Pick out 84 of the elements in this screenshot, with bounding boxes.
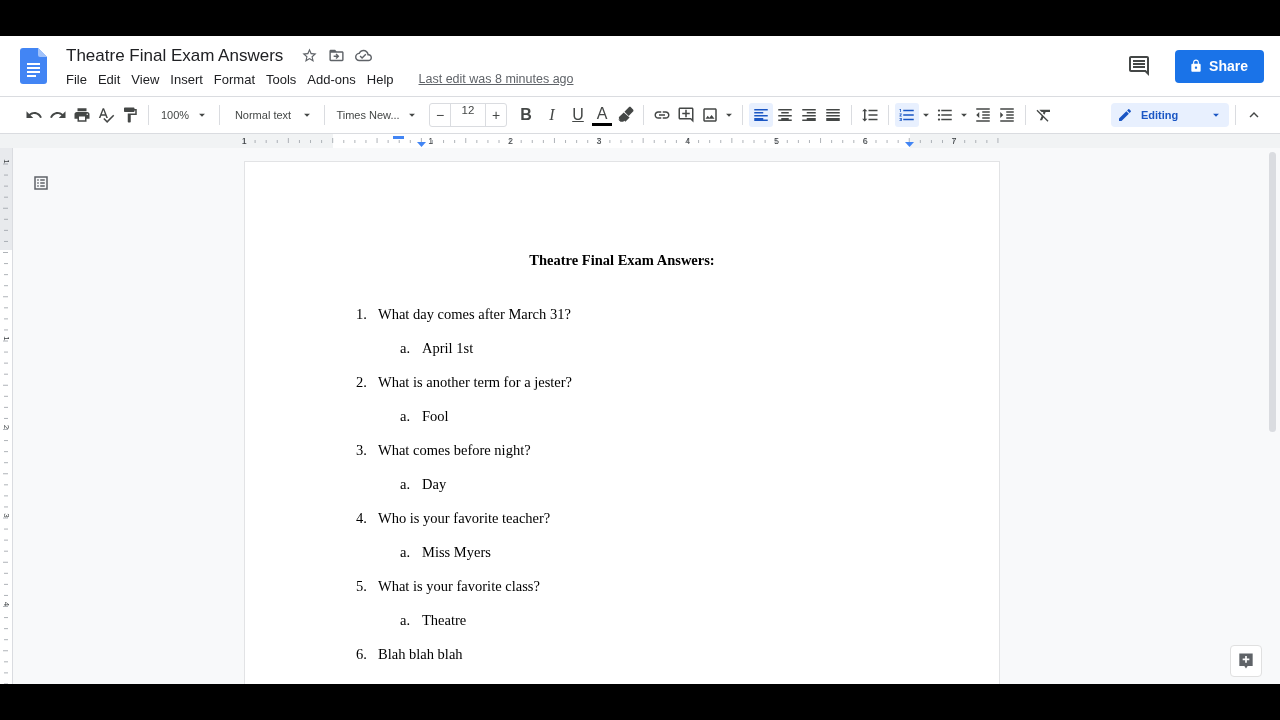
indent-marker-icon[interactable] bbox=[417, 142, 426, 147]
scrollbar[interactable] bbox=[1269, 152, 1276, 432]
ruler-number: 1 bbox=[1, 159, 11, 164]
editing-mode-dropdown[interactable]: Editing bbox=[1111, 103, 1229, 127]
decrease-size-button[interactable]: − bbox=[430, 107, 450, 123]
question-text: What day comes after March 31? bbox=[378, 305, 571, 324]
underline-button[interactable]: U bbox=[566, 103, 590, 127]
indent-marker-icon[interactable] bbox=[905, 142, 914, 147]
list-number: 5. bbox=[356, 577, 368, 596]
ruler-number: 6 bbox=[862, 136, 868, 146]
menu-item[interactable]: Tools bbox=[261, 69, 302, 89]
font-dropdown[interactable]: Times New... bbox=[331, 108, 423, 122]
italic-button[interactable]: I bbox=[540, 103, 564, 127]
justify-icon bbox=[824, 106, 842, 124]
ruler-number: 3 bbox=[596, 136, 602, 146]
menu-item[interactable]: Help bbox=[361, 69, 399, 89]
menu-item[interactable]: Add-ons bbox=[302, 69, 361, 89]
ruler-number: 4 bbox=[685, 136, 691, 146]
ruler-number: 3 bbox=[1, 513, 11, 518]
indent-marker-icon[interactable] bbox=[393, 136, 404, 139]
cloud-check-icon[interactable] bbox=[355, 47, 373, 64]
list-number: 3. bbox=[356, 441, 368, 460]
list-number: 1. bbox=[356, 305, 368, 324]
align-left-button[interactable] bbox=[749, 103, 773, 127]
menu-item[interactable]: View bbox=[126, 69, 165, 89]
last-edit-link[interactable]: Last edit was 8 minutes ago bbox=[418, 72, 574, 86]
image-icon bbox=[701, 106, 719, 124]
star-icon[interactable] bbox=[301, 47, 319, 64]
ruler-number: 1 bbox=[1, 336, 11, 341]
increase-size-button[interactable]: + bbox=[486, 107, 506, 123]
explore-button[interactable] bbox=[1230, 645, 1262, 677]
spacing-icon bbox=[861, 106, 879, 124]
numbered-list-button[interactable] bbox=[895, 103, 919, 127]
ruler-number: 2 bbox=[1, 424, 11, 430]
question-text: Who is your favorite teacher? bbox=[378, 509, 551, 528]
style-dropdown[interactable]: Normal text bbox=[226, 108, 318, 122]
answer-text: Theatre bbox=[422, 611, 467, 630]
font-size-field[interactable]: 12 bbox=[450, 104, 486, 126]
question-text: What is another term for a jester? bbox=[378, 373, 573, 392]
list-number: 6. bbox=[356, 645, 368, 664]
menu-item[interactable]: Insert bbox=[165, 69, 208, 89]
answer-text: Miss Myers bbox=[422, 543, 491, 562]
text-color-button[interactable]: A bbox=[592, 104, 612, 126]
document-title[interactable]: Theatre Final Exam Answers bbox=[66, 45, 284, 66]
question-text: Blah blah blah bbox=[378, 645, 463, 664]
question-text: What comes before night? bbox=[378, 441, 531, 460]
question-text: What is your favorite class? bbox=[378, 577, 540, 596]
ruler-number: 7 bbox=[951, 136, 957, 146]
paint-icon bbox=[121, 106, 139, 124]
docs-logo-icon[interactable] bbox=[20, 48, 47, 84]
ruler-number: 4 bbox=[1, 601, 11, 607]
outline-icon[interactable] bbox=[32, 174, 50, 192]
list-letter: a. bbox=[400, 611, 412, 630]
bold-button[interactable]: B bbox=[514, 103, 538, 127]
document-heading: Theatre Final Exam Answers: bbox=[528, 251, 716, 270]
list-number: 4. bbox=[356, 509, 368, 528]
answer-text: April 1st bbox=[422, 339, 474, 358]
list-number: 2. bbox=[356, 373, 368, 392]
list-letter: a. bbox=[400, 407, 412, 426]
list-letter: a. bbox=[400, 475, 412, 494]
explore-icon bbox=[1236, 651, 1256, 671]
print-icon bbox=[73, 106, 91, 124]
outdent-icon bbox=[974, 106, 992, 124]
ruler-number: 5 bbox=[774, 136, 779, 146]
answer-text: Day bbox=[422, 475, 447, 494]
menu-item[interactable]: Edit bbox=[92, 69, 126, 89]
ruler-number: 2 bbox=[507, 136, 513, 146]
lock-icon bbox=[1189, 59, 1204, 73]
move-folder-icon[interactable] bbox=[328, 47, 346, 64]
comment-icon[interactable] bbox=[1127, 54, 1152, 78]
answer-text: Fool bbox=[422, 407, 449, 426]
list-letter: a. bbox=[400, 339, 412, 358]
indent-icon bbox=[998, 106, 1016, 124]
spell-icon bbox=[97, 106, 115, 124]
ruler-number: 1 bbox=[241, 136, 247, 146]
zoom-dropdown[interactable]: 100% bbox=[155, 108, 213, 122]
numbered-icon bbox=[898, 106, 916, 124]
menu-item[interactable]: File bbox=[61, 69, 92, 89]
highlight-icon bbox=[616, 106, 634, 124]
list-letter: a. bbox=[400, 543, 412, 562]
menu-item[interactable]: Format bbox=[208, 69, 260, 89]
share-button[interactable]: Share bbox=[1175, 49, 1264, 83]
ruler-number: 1 bbox=[428, 136, 434, 146]
pencil-icon bbox=[1117, 107, 1133, 123]
